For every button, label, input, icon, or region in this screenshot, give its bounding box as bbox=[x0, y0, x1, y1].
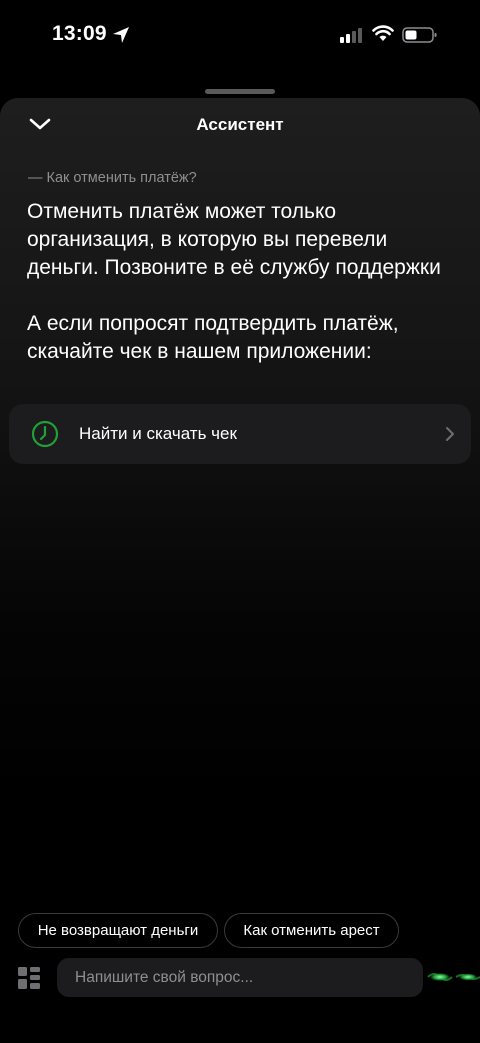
chevron-right-icon bbox=[446, 427, 454, 441]
location-arrow-icon bbox=[113, 27, 129, 43]
suggestion-chip[interactable]: Не возвращают деньги bbox=[18, 913, 218, 948]
question-input[interactable] bbox=[57, 958, 423, 997]
page-title: Ассистент bbox=[196, 115, 284, 134]
status-bar: 13:09 bbox=[0, 0, 480, 70]
find-receipt-button[interactable]: Найти и скачать чек bbox=[9, 404, 471, 464]
user-question: — Как отменить платёж? bbox=[28, 170, 197, 186]
grid-menu-icon[interactable] bbox=[18, 967, 40, 989]
assistant-answer: Отменить платёж может только организация… bbox=[27, 198, 457, 366]
status-time: 13:09 bbox=[52, 22, 107, 45]
suggestion-chip[interactable]: Как отменить арест bbox=[224, 913, 399, 948]
voice-assistant-icon[interactable] bbox=[426, 966, 480, 988]
answer-paragraph: Отменить платёж может только организация… bbox=[27, 200, 441, 279]
cellular-signal-icon bbox=[340, 28, 362, 43]
sheet-grabber[interactable] bbox=[205, 89, 275, 94]
question-input-container bbox=[57, 958, 423, 997]
battery-icon bbox=[402, 27, 437, 43]
clock-icon bbox=[31, 420, 59, 448]
answer-paragraph: А если попросят подтвердить платёж, скач… bbox=[27, 312, 399, 363]
wifi-icon bbox=[372, 25, 394, 41]
action-label: Найти и скачать чек bbox=[79, 424, 237, 443]
